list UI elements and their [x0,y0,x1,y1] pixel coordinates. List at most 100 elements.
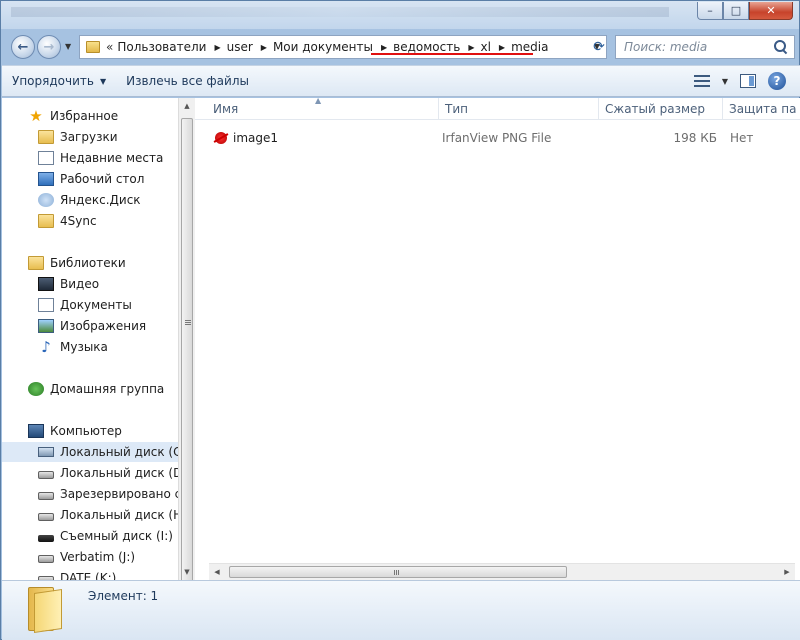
scroll-right-icon[interactable]: ▶ [779,564,795,580]
sidebar-item-label: Документы [60,298,132,312]
organize-label: Упорядочить [12,74,94,88]
breadcrumb-xl[interactable]: xl [480,40,490,54]
desktop-icon [38,172,54,186]
sidebar-libraries[interactable]: Библиотеки [2,253,126,273]
address-bar[interactable]: « Пользователи ▶ user ▶ Мои документы ▶ … [79,35,607,59]
sidebar-item-drive-h[interactable]: Локальный диск (H:) [2,505,178,525]
system-drive-icon [38,447,54,457]
scroll-left-icon[interactable]: ◀ [209,564,225,580]
sidebar-scrollbar[interactable]: ▲ ▼ [178,98,195,586]
scroll-down-icon[interactable]: ▼ [179,564,195,580]
chevron-down-icon: ▼ [99,76,107,86]
breadcrumb-arrow-icon[interactable]: ▶ [468,43,474,52]
back-button[interactable]: ← [11,35,35,59]
extract-all-label: Извлечь все файлы [126,74,249,88]
yandex-disk-icon [38,193,54,207]
sidebar-item-label: Локальный диск (D:) [60,466,178,480]
computer-icon [28,424,44,438]
scrollbar-thumb[interactable] [229,566,567,578]
breadcrumb-users[interactable]: Пользователи [117,40,206,54]
view-options-icon[interactable] [693,75,710,87]
navigation-pane: ★ Избранное Загрузки Недавние места Рабо… [2,98,178,580]
sidebar-item-label: DATE (K:) [60,571,117,580]
sidebar-item-label: 4Sync [60,214,97,228]
sidebar-item-drive-i[interactable]: Съемный диск (I:) [2,526,173,546]
sidebar-item-label: Яндекс.Диск [60,193,141,207]
refresh-icon[interactable]: ⟳ [587,35,611,59]
extract-all-button[interactable]: Извлечь все файлы [116,74,259,88]
column-header-compressed-size[interactable]: Сжатый размер [599,98,723,120]
organize-button[interactable]: Упорядочить ▼ [2,74,116,88]
minimize-button[interactable]: – [697,2,723,20]
sidebar-computer[interactable]: Компьютер [2,421,122,441]
recent-places-icon [38,151,54,165]
sidebar-homegroup[interactable]: Домашняя группа [2,379,164,399]
sidebar-item-desktop[interactable]: Рабочий стол [2,169,144,189]
sidebar-item-drive-j[interactable]: Verbatim (J:) [2,547,135,567]
music-icon: ♪ [41,338,51,356]
breadcrumb-media[interactable]: media [511,40,548,54]
view-dropdown-icon[interactable]: ▼ [722,77,728,86]
sidebar-item-drive-c[interactable]: Локальный диск (C:) [2,442,178,462]
hard-drive-icon [38,555,54,563]
sidebar-item-label: Видео [60,277,100,291]
title-bar: – □ ✕ [1,1,799,29]
sidebar-item-label: Verbatim (J:) [60,550,136,564]
scrollbar-thumb[interactable] [181,118,193,586]
breadcrumb-arrow-icon[interactable]: ▶ [499,43,505,52]
column-label: Тип [445,102,468,116]
sidebar-item-label: Съемный диск (I:) [60,529,173,543]
sidebar-item-4sync[interactable]: 4Sync [2,211,97,231]
horizontal-scrollbar[interactable]: ◀ ▶ [209,563,795,580]
irfanview-image-icon [213,130,229,146]
sidebar-favorites[interactable]: ★ Избранное [2,106,118,126]
sidebar-item-music[interactable]: ♪ Музыка [2,337,108,357]
removable-drive-icon [38,534,54,542]
breadcrumb-arrow-icon[interactable]: ▶ [381,43,387,52]
sidebar-item-documents[interactable]: Документы [2,295,132,315]
sidebar-item-label: Недавние места [60,151,164,165]
forward-button[interactable]: → [37,35,61,59]
breadcrumb-vedomost[interactable]: ведомость [393,40,460,54]
details-pane: Элемент: 1 [2,580,800,640]
column-header-protected[interactable]: Защита па [723,98,800,120]
breadcrumb-arrow-icon[interactable]: ▶ [261,43,267,52]
column-header-row: Имя ▲ Тип Сжатый размер Защита па [195,96,800,120]
scroll-up-icon[interactable]: ▲ [179,98,195,114]
navigation-row: ← → ▼ « Пользователи ▶ user ▶ Мои докуме… [7,32,795,62]
sidebar-item-label: Музыка [60,340,108,354]
hard-drive-icon [38,513,54,521]
close-button[interactable]: ✕ [749,2,793,20]
red-annotation-underline [371,53,533,55]
sidebar-item-yandex-disk[interactable]: Яндекс.Диск [2,190,141,210]
column-header-name[interactable]: Имя [207,98,439,120]
sidebar-item-video[interactable]: Видео [2,274,99,294]
column-label: Защита па [729,102,797,116]
sidebar-item-label: Библиотеки [50,256,126,270]
sidebar-item-reserved[interactable]: Зарезервировано си [2,484,178,504]
column-header-type[interactable]: Тип [439,98,599,120]
sidebar-item-label: Локальный диск (C:) [60,445,178,459]
breadcrumb-arrow-icon[interactable]: ▶ [214,43,220,52]
folder-icon [86,41,100,53]
sidebar-item-recent-places[interactable]: Недавние места [2,148,163,168]
help-icon[interactable]: ? [768,72,786,90]
zip-folder-icon [28,587,62,633]
address-overflow-chevron[interactable]: « [106,40,113,54]
file-name-cell[interactable]: image1 [213,128,278,148]
sidebar-item-downloads[interactable]: Загрузки [2,127,118,147]
maximize-button[interactable]: □ [723,2,749,20]
search-box[interactable]: Поиск: media [615,35,795,59]
search-input[interactable]: Поиск: media [624,40,774,54]
table-row[interactable]: image1 IrfanView PNG File 198 КБ Нет [209,128,795,148]
recent-pages-dropdown-icon[interactable]: ▼ [65,42,71,51]
sidebar-item-drive-d[interactable]: Локальный диск (D:) [2,463,178,483]
breadcrumb-my-documents[interactable]: Мои документы [273,40,373,54]
downloads-folder-icon [38,130,54,144]
search-icon[interactable] [774,40,788,54]
breadcrumb-user[interactable]: user [227,40,253,54]
sidebar-item-pictures[interactable]: Изображения [2,316,146,336]
preview-pane-icon[interactable] [740,74,756,88]
sidebar-item-label: Загрузки [60,130,118,144]
sidebar-item-drive-k[interactable]: DATE (K:) [2,568,116,580]
